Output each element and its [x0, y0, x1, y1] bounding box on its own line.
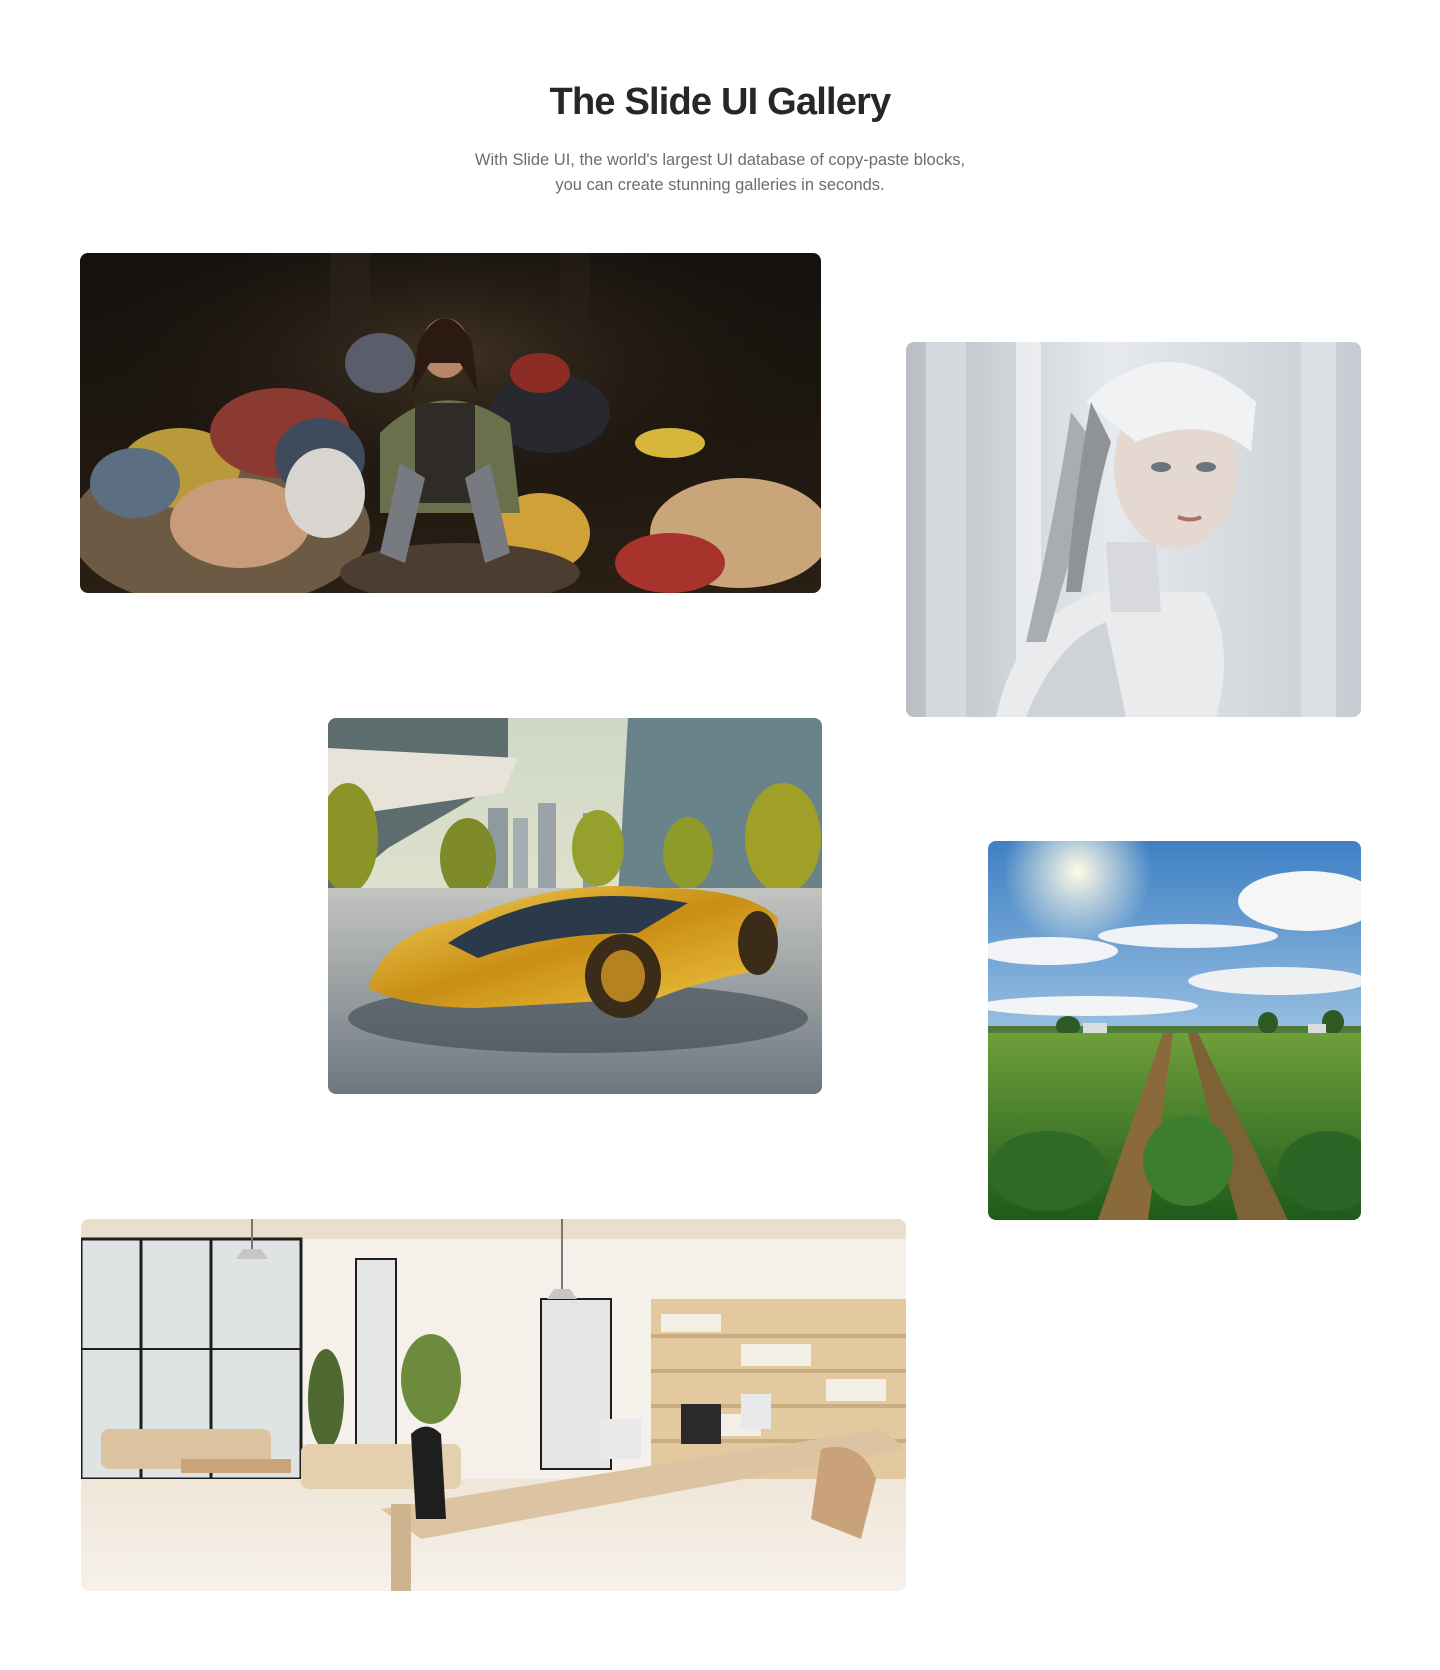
bright-office-interior-image[interactable]: [81, 1219, 906, 1591]
page-subtitle: With Slide UI, the world's largest UI da…: [450, 148, 990, 198]
page-title: The Slide UI Gallery: [549, 81, 892, 123]
subtitle-line-1: With Slide UI, the world's largest UI da…: [474, 151, 966, 169]
green-crop-field-image[interactable]: [988, 841, 1361, 1220]
woman-with-clothes-pile-image[interactable]: [80, 253, 821, 593]
subtitle-line-2: you can create stunning galleries in sec…: [555, 176, 885, 194]
gallery-header: The Slide UI Gallery With Slide UI, the …: [0, 78, 1440, 198]
robot-woman-portrait-image[interactable]: [906, 342, 1361, 717]
golden-concept-car-image[interactable]: [328, 718, 822, 1094]
